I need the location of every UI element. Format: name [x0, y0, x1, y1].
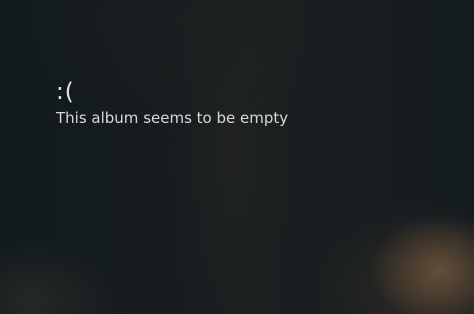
empty-album-message: This album seems to be empty [56, 109, 289, 127]
empty-album-state: :( This album seems to be empty [56, 78, 288, 128]
sad-face-emoticon: :( [56, 79, 75, 105]
blurred-background [0, 0, 474, 314]
